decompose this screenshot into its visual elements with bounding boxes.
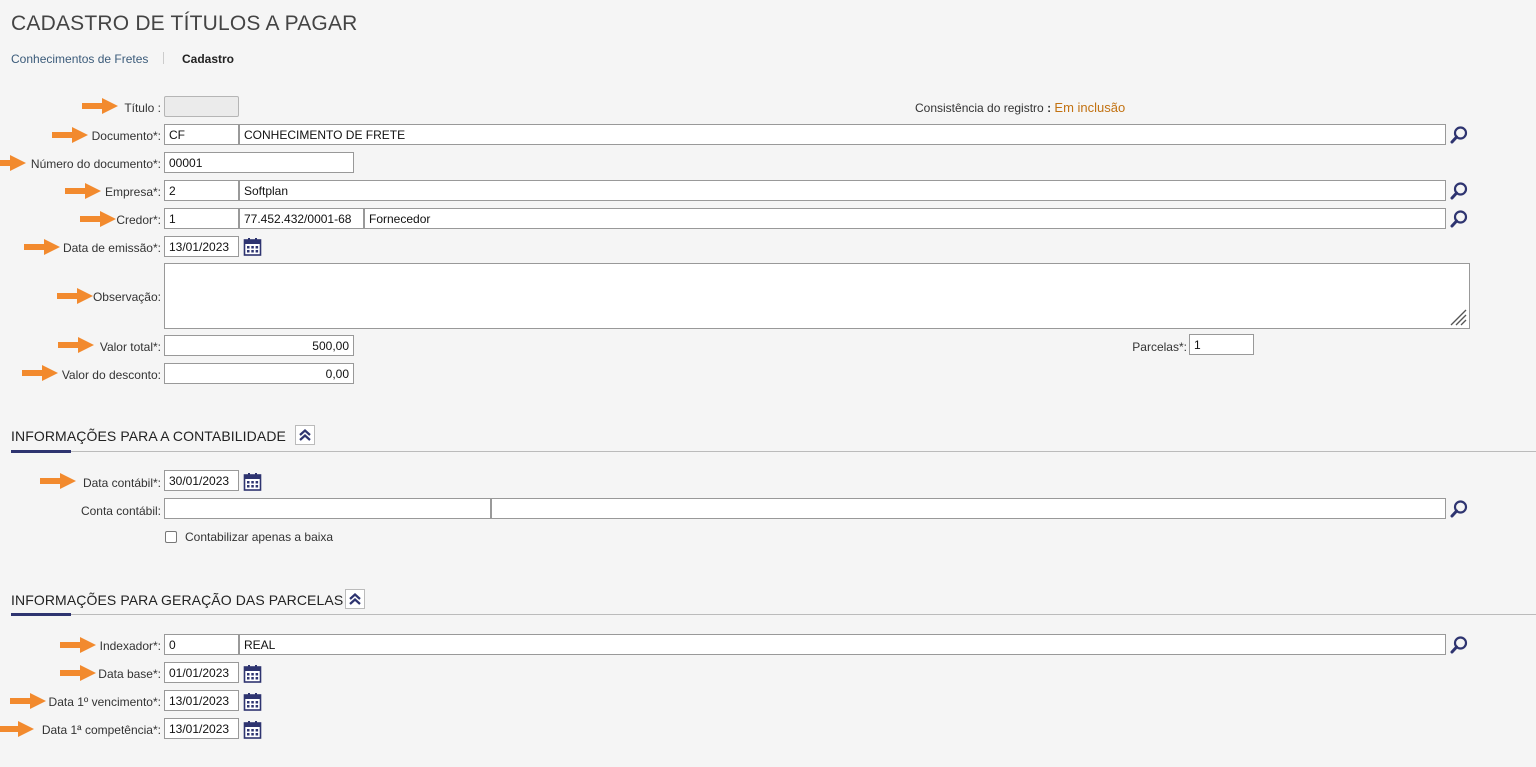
valor-desconto-label: Valor do desconto: xyxy=(61,368,161,382)
indexador-description-input[interactable]: REAL xyxy=(239,634,1446,655)
indexador-label: Indexador*: xyxy=(99,639,161,653)
status-value: Em inclusão xyxy=(1054,100,1126,115)
empresa-code-input[interactable]: 2 xyxy=(164,180,239,201)
data-vencimento-input[interactable]: 13/01/2023 xyxy=(164,690,239,711)
data-competencia-label: Data 1ª competência*: xyxy=(41,723,161,737)
observacao-textarea[interactable] xyxy=(164,263,1470,329)
indexador-search-button[interactable] xyxy=(1448,634,1470,656)
data-emissao-input[interactable]: 13/01/2023 xyxy=(164,236,239,257)
conta-contabil-code-input[interactable] xyxy=(164,498,491,519)
documento-code-input[interactable]: CF xyxy=(164,124,239,145)
breadcrumb-divider xyxy=(163,52,164,64)
calendar-icon[interactable] xyxy=(243,720,262,739)
contabilidade-section-title: INFORMAÇÕES PARA A CONTABILIDADE xyxy=(11,428,286,444)
parcelas-section-title: INFORMAÇÕES PARA GERAÇÃO DAS PARCELAS xyxy=(11,592,344,608)
credor-code-input[interactable]: 1 xyxy=(164,208,239,229)
collapse-icon xyxy=(298,428,312,442)
section-accent-bar xyxy=(11,613,71,616)
data-vencimento-label: Data 1º vencimento*: xyxy=(48,695,161,709)
status-label: Consistência do registro xyxy=(915,101,1044,115)
data-contabil-label: Data contábil*: xyxy=(82,476,161,490)
section-accent-bar xyxy=(11,450,71,453)
search-icon xyxy=(1449,181,1469,201)
status-separator: : xyxy=(1047,101,1052,115)
search-icon xyxy=(1449,125,1469,145)
parcelas-label: Parcelas*: xyxy=(1132,340,1187,354)
calendar-icon[interactable] xyxy=(243,664,262,683)
empresa-description-input[interactable]: Softplan xyxy=(239,180,1446,201)
titulo-field xyxy=(164,96,239,117)
credor-search-button[interactable] xyxy=(1448,208,1470,230)
contabilizar-baixa-label: Contabilizar apenas a baixa xyxy=(185,530,334,544)
documento-label: Documento*: xyxy=(91,129,161,143)
conta-contabil-search-button[interactable] xyxy=(1448,498,1470,520)
observacao-label: Observação: xyxy=(92,290,161,304)
calendar-icon[interactable] xyxy=(243,692,262,711)
data-base-label: Data base*: xyxy=(98,667,161,681)
indexador-code-input[interactable]: 0 xyxy=(164,634,239,655)
page-title: CADASTRO DE TÍTULOS A PAGAR xyxy=(11,12,358,35)
credor-cnpj-input[interactable]: 77.452.432/0001-68 xyxy=(239,208,364,229)
search-icon xyxy=(1449,635,1469,655)
resize-handle-icon[interactable] xyxy=(1447,306,1467,326)
contabilizar-baixa-checkbox[interactable] xyxy=(165,531,177,543)
contabilidade-collapse-button[interactable] xyxy=(295,425,315,445)
data-competencia-input[interactable]: 13/01/2023 xyxy=(164,718,239,739)
empresa-label: Empresa*: xyxy=(104,185,161,199)
breadcrumb-link[interactable]: Conhecimentos de Fretes xyxy=(11,52,148,66)
data-contabil-input[interactable]: 30/01/2023 xyxy=(164,470,239,491)
search-icon xyxy=(1449,209,1469,229)
valor-total-input[interactable]: 500,00 xyxy=(164,335,354,356)
conta-contabil-description-input[interactable] xyxy=(491,498,1446,519)
record-status: Consistência do registro : Em inclusão xyxy=(915,100,1125,115)
data-emissao-label: Data de emissão*: xyxy=(62,241,161,255)
titulo-label: Título : xyxy=(124,101,161,115)
section-divider xyxy=(11,451,1536,452)
parcelas-input[interactable]: 1 xyxy=(1189,334,1254,355)
search-icon xyxy=(1449,499,1469,519)
numero-documento-label: Número do documento*: xyxy=(30,157,161,171)
empresa-search-button[interactable] xyxy=(1448,180,1470,202)
numero-documento-input[interactable]: 00001 xyxy=(164,152,354,173)
credor-label: Credor*: xyxy=(116,213,161,227)
valor-desconto-input[interactable]: 0,00 xyxy=(164,363,354,384)
valor-total-label: Valor total*: xyxy=(99,340,161,354)
breadcrumb-current: Cadastro xyxy=(182,52,235,66)
calendar-icon[interactable] xyxy=(243,472,262,491)
conta-contabil-label: Conta contábil: xyxy=(80,504,161,518)
calendar-icon[interactable] xyxy=(243,237,262,256)
collapse-icon xyxy=(348,592,362,606)
section-divider xyxy=(11,614,1536,615)
credor-description-input[interactable]: Fornecedor xyxy=(364,208,1446,229)
parcelas-collapse-button[interactable] xyxy=(345,589,365,609)
documento-search-button[interactable] xyxy=(1448,124,1470,146)
documento-description-input[interactable]: CONHECIMENTO DE FRETE xyxy=(239,124,1446,145)
data-base-input[interactable]: 01/01/2023 xyxy=(164,662,239,683)
